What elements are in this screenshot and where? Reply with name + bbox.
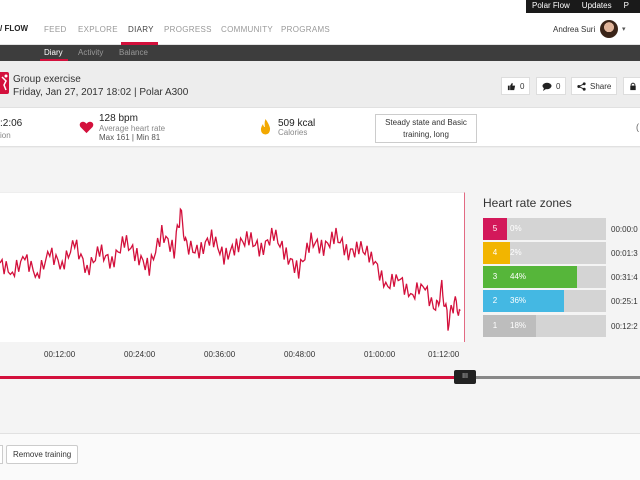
benefit-line1: Steady state and Basic [385, 118, 467, 127]
hr-line-chart [0, 207, 461, 331]
x-tick-label: 01:12:00 [428, 350, 460, 359]
slider-handle[interactable]: III [454, 370, 476, 384]
lock-button[interactable] [623, 77, 640, 95]
share-label: Share [590, 81, 612, 91]
zone-time: 00:31:4 [611, 273, 638, 282]
zone-row: 1 18% [483, 315, 606, 337]
subnav-balance[interactable]: Balance [119, 48, 148, 57]
chevron-down-icon[interactable]: ▾ [622, 25, 626, 33]
hr-value: 128 bpm [99, 113, 138, 124]
timeline-slider[interactable]: III [0, 370, 640, 384]
zone-time: 00:01:3 [611, 249, 638, 258]
x-tick-label: 00:12:00 [44, 350, 76, 359]
comment-icon [542, 82, 552, 91]
zone-row: 5 0% [483, 218, 606, 240]
avatar[interactable] [600, 20, 618, 38]
hr-series-line [0, 207, 461, 331]
zone-percent: 18% [510, 321, 527, 330]
subnav-activity[interactable]: Activity [78, 48, 103, 57]
kcal-label: Calories [278, 128, 308, 137]
x-tick-label: 00:24:00 [124, 350, 156, 359]
nav-progress[interactable]: PROGRESS [164, 25, 212, 34]
slider-track [475, 376, 640, 379]
duration-label: ion [0, 131, 11, 140]
comment-count: 0 [556, 81, 561, 91]
x-tick-label: 00:36:00 [204, 350, 236, 359]
heart-icon [79, 121, 94, 134]
nav-explore[interactable]: EXPLORE [78, 25, 118, 34]
top-link-polarflow[interactable]: Polar Flow [526, 0, 576, 13]
main-nav: / FLOW FEED EXPLORE DIARY PROGRESS COMMU… [0, 13, 640, 45]
zone-time: 00:25:1 [611, 297, 638, 306]
nav-diary[interactable]: DIARY [128, 25, 154, 34]
zone-number: 1 [483, 315, 507, 337]
zone-row: 4 2% [483, 242, 606, 264]
user-name[interactable]: Andrea Suri [553, 25, 595, 34]
duration-value: :2:06 [0, 118, 23, 129]
subnav-diary[interactable]: Diary [44, 48, 63, 57]
like-button[interactable]: 0 [501, 77, 531, 95]
training-benefit-box[interactable]: Steady state and Basic training, long [375, 114, 477, 143]
zone-percent: 36% [510, 296, 527, 305]
subnav-active-underline [40, 59, 68, 61]
sub-nav: Diary Activity Balance [0, 45, 640, 61]
flow-logo[interactable]: / FLOW [0, 24, 28, 33]
lock-icon [630, 82, 636, 90]
hidden-button-stub[interactable] [0, 445, 3, 464]
slider-selected-track [0, 376, 455, 379]
comment-button[interactable]: 0 [536, 77, 567, 95]
nav-community[interactable]: COMMUNITY [221, 25, 273, 34]
zone-number: 3 [483, 266, 507, 288]
group-exercise-icon [0, 72, 9, 94]
top-link-updates[interactable]: Updates [576, 0, 618, 13]
bottom-bar [0, 433, 640, 480]
like-count: 0 [520, 81, 525, 91]
zone-number: 2 [483, 290, 507, 312]
zone-number: 4 [483, 242, 507, 264]
zone-time: 00:12:2 [611, 322, 638, 331]
summary-bar: :2:06 ion 128 bpm Average heart rate Max… [0, 107, 640, 147]
session-header: Group exercise Friday, Jan 27, 2017 18:0… [0, 64, 640, 106]
zone-row: 3 44% [483, 266, 606, 288]
nav-feed[interactable]: FEED [44, 25, 67, 34]
thumbs-up-icon [507, 82, 516, 90]
x-tick-label: 00:48:00 [284, 350, 316, 359]
top-strip: Polar Flow Updates P [0, 0, 640, 13]
share-icon [577, 81, 586, 91]
top-link-more[interactable]: P [618, 0, 635, 13]
zone-row: 2 36% [483, 290, 606, 312]
nav-programs[interactable]: PROGRAMS [281, 25, 330, 34]
x-tick-label: 01:00:00 [364, 350, 396, 359]
top-links: Polar Flow Updates P [526, 0, 640, 13]
benefit-line2: training, long [403, 130, 449, 139]
zone-time: 00:00:0 [611, 225, 638, 234]
flame-icon [260, 119, 271, 135]
share-button[interactable]: Share [571, 77, 618, 95]
zones-title: Heart rate zones [483, 196, 572, 210]
hr-minmax: Max 161 | Min 81 [99, 133, 161, 142]
chevron-right-icon[interactable]: ( [636, 122, 639, 132]
zone-number: 5 [483, 218, 507, 240]
hr-label: Average heart rate [99, 124, 166, 133]
zone-percent: 2% [510, 248, 522, 257]
zone-percent: 44% [510, 272, 527, 281]
hr-plot [0, 192, 465, 342]
sport-name: Group exercise [13, 74, 81, 85]
session-datetime: Friday, Jan 27, 2017 18:02 | Polar A300 [13, 87, 189, 98]
zone-percent: 0% [510, 224, 522, 233]
remove-training-button[interactable]: Remove training [6, 445, 79, 464]
